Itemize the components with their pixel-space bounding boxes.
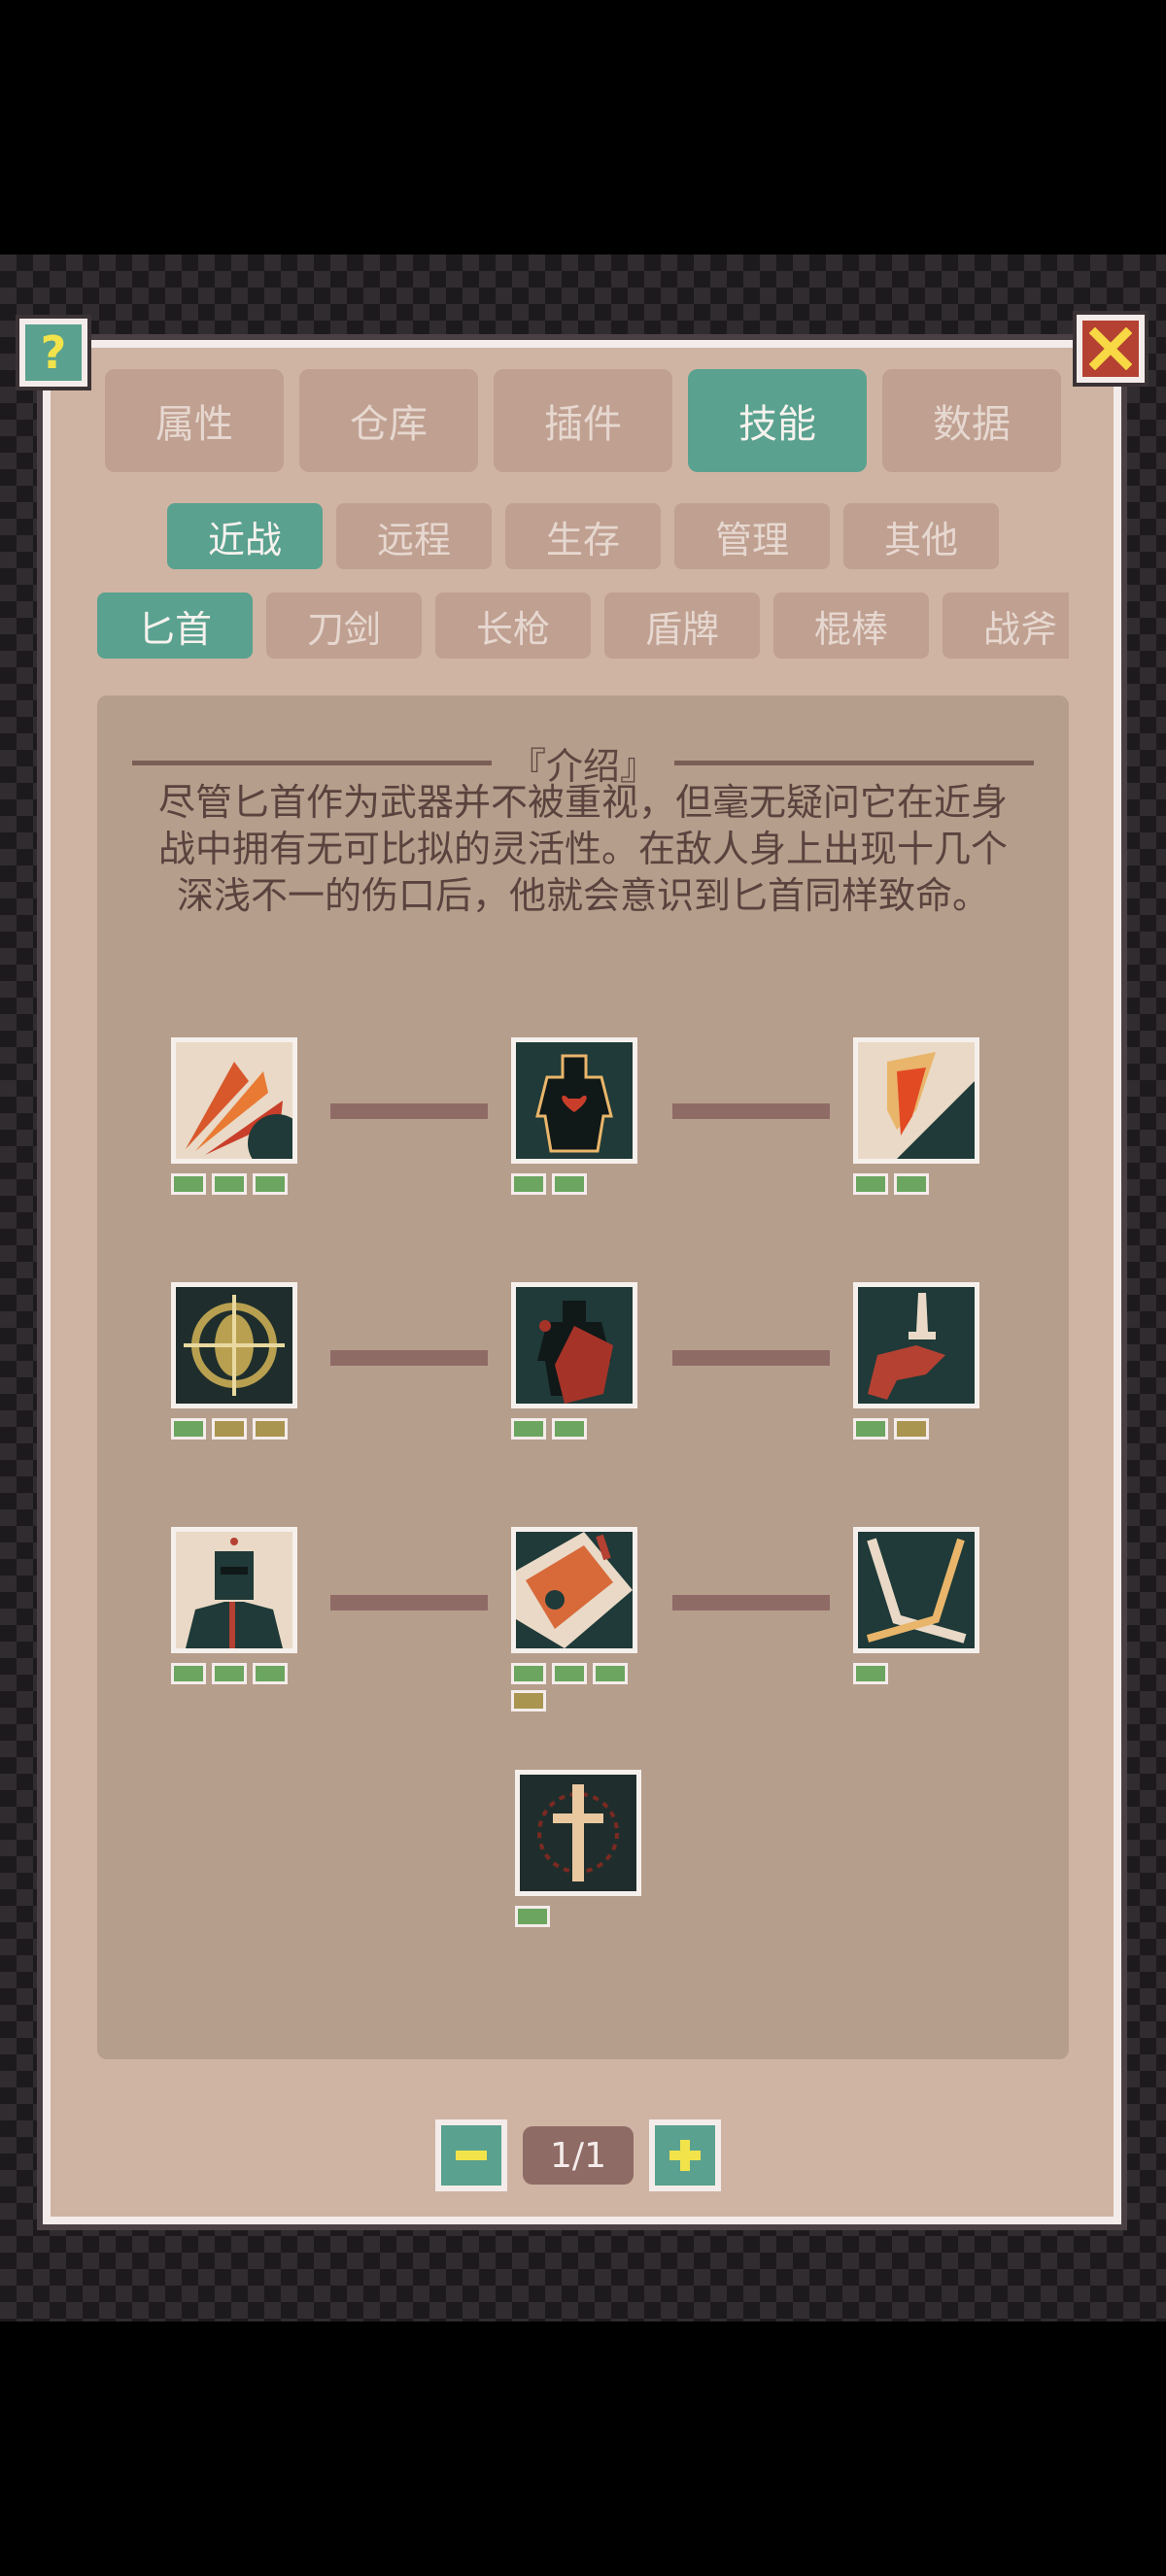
level-pip-unlocked [515,1906,550,1927]
skill-level-pips [171,1418,307,1440]
next-page-button[interactable] [649,2119,721,2191]
category-other[interactable]: 其他 [843,503,999,569]
skill-node[interactable] [511,1282,637,1440]
skill-node[interactable] [171,1282,297,1440]
level-pip-unlocked [511,1418,546,1440]
skill-category-tabs: 近战 远程 生存 管理 其他 [167,503,999,569]
level-pip-unlocked [171,1173,206,1195]
skill-node[interactable] [853,1527,979,1684]
skill-level-pips [515,1906,651,1927]
bleeding-hand-icon [853,1037,979,1164]
level-pip-locked [253,1418,288,1440]
divider [674,761,1035,765]
level-pip-unlocked [853,1663,888,1684]
skill-link [672,1350,830,1366]
skill-link [330,1350,488,1366]
hand-dagger-icon [853,1282,979,1408]
pager: 1/1 [435,2119,721,2191]
category-management[interactable]: 管理 [674,503,830,569]
skill-link [330,1103,488,1119]
skill-level-pips [171,1663,307,1684]
intro-text: 尽管匕首作为武器并不被重视，但毫无疑问它在近身战中拥有无可比拟的灵活性。在敌人身… [157,781,1008,917]
category-ranged[interactable]: 远程 [336,503,492,569]
dagger-strike-icon [511,1527,637,1653]
divider [132,761,492,765]
level-pip-unlocked [552,1173,587,1195]
level-pip-locked [511,1690,546,1712]
crosshair-target-icon [171,1282,297,1408]
level-pip-unlocked [853,1173,888,1195]
skill-link [672,1595,830,1610]
level-pip-unlocked [171,1663,206,1684]
tab-skills[interactable]: 技能 [688,369,867,472]
category-survival[interactable]: 生存 [505,503,661,569]
skill-level-pips [511,1418,647,1440]
weapon-tabs[interactable]: 匕首 刀剑 长枪 盾牌 棍棒 战斧 [97,593,1069,662]
dagger-burst-icon [515,1770,641,1896]
level-pip-unlocked [894,1173,929,1195]
skill-link [672,1103,830,1119]
previous-page-button[interactable] [435,2119,507,2191]
skill-level-pips [853,1663,989,1684]
heart-silhouette-icon [511,1037,637,1164]
weapon-axe[interactable]: 战斧 [943,593,1069,659]
category-melee[interactable]: 近战 [167,503,323,569]
weapon-shield[interactable]: 盾牌 [604,593,760,659]
close-button[interactable] [1077,315,1145,383]
skill-level-pips [511,1173,647,1195]
masked-assassin-icon [171,1527,297,1653]
level-pip-unlocked [552,1418,587,1440]
level-pip-unlocked [212,1663,247,1684]
skill-node[interactable] [511,1527,637,1712]
level-pip-unlocked [253,1173,288,1195]
level-pip-locked [212,1418,247,1440]
skill-level-pips [511,1663,647,1712]
skill-link [330,1595,488,1610]
close-icon [1089,327,1132,370]
tab-inventory[interactable]: 仓库 [299,369,478,472]
main-tabs: 属性 仓库 插件 技能 数据 [105,369,1061,472]
help-button[interactable]: ? [19,319,87,387]
plus-icon [669,2140,701,2171]
weapon-dagger[interactable]: 匕首 [97,593,253,659]
bloody-figure-icon [511,1282,637,1408]
question-mark-icon: ? [40,326,67,379]
minus-icon [456,2151,487,2160]
skill-node[interactable] [171,1037,297,1195]
skill-level-pips [853,1173,989,1195]
skill-tree-area: 『介绍』 尽管匕首作为武器并不被重视，但毫无疑问它在近身战中拥有无可比拟的灵活性… [97,695,1069,2059]
level-pip-unlocked [171,1418,206,1440]
skill-node[interactable] [511,1037,637,1195]
skill-node[interactable] [853,1282,979,1440]
weapon-spear[interactable]: 长枪 [435,593,591,659]
skill-node[interactable] [853,1037,979,1195]
level-pip-locked [894,1418,929,1440]
weapon-club[interactable]: 棍棒 [773,593,929,659]
skill-node[interactable] [171,1527,297,1684]
claw-slash-icon [171,1037,297,1164]
tab-attributes[interactable]: 属性 [105,369,284,472]
level-pip-unlocked [511,1173,546,1195]
level-pip-unlocked [552,1663,587,1684]
page-indicator: 1/1 [523,2126,634,2185]
level-pip-unlocked [212,1173,247,1195]
tab-data[interactable]: 数据 [882,369,1061,472]
skill-level-pips [171,1173,307,1195]
tab-plugins[interactable]: 插件 [494,369,672,472]
level-pip-unlocked [593,1663,628,1684]
level-pip-unlocked [511,1663,546,1684]
weapon-sword[interactable]: 刀剑 [266,593,422,659]
skill-node[interactable] [515,1770,641,1927]
crossed-blades-icon [853,1527,979,1653]
level-pip-unlocked [853,1418,888,1440]
level-pip-unlocked [253,1663,288,1684]
skill-level-pips [853,1418,989,1440]
